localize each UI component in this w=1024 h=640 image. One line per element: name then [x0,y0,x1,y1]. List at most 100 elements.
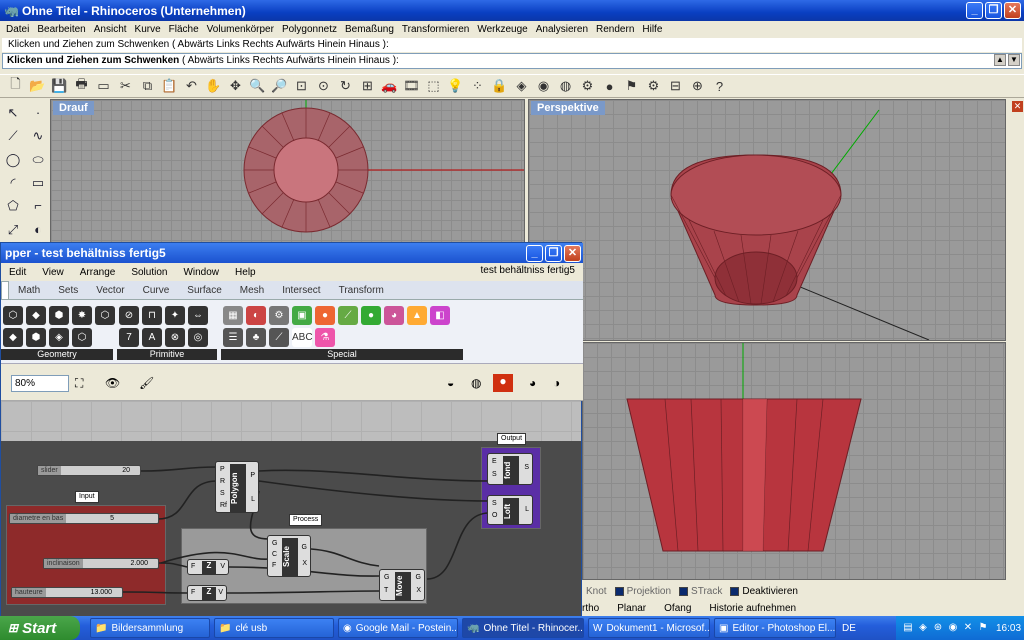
render-icon[interactable]: 🎞 [402,77,421,96]
cut-icon[interactable]: ✂ [116,77,135,96]
polyline-icon[interactable]: ⟋ [3,126,23,146]
gh-menu-help[interactable]: Help [227,267,264,278]
menu-bemassung[interactable]: Bemaßung [341,24,398,35]
negate-component-1[interactable]: F V Z [187,559,229,575]
zoom-window-icon[interactable]: 🔎 [270,77,289,96]
tab-surface[interactable]: Surface [178,285,230,296]
preview-icon[interactable]: ◒ [447,376,454,390]
scroll-down-icon[interactable]: ▼ [1008,54,1020,66]
command-prompt-options[interactable]: ( Abwärts Links Rechts Aufwärts Hinein H… [179,55,399,66]
minimize-button[interactable]: _ [966,2,983,19]
primitive-icon[interactable]: ✦ [165,306,185,325]
geometry-icon[interactable]: ✸ [72,306,92,325]
osnap-strack[interactable]: STrack [679,586,722,597]
copy-icon[interactable]: ⧉ [138,77,157,96]
checkbox-icon[interactable] [730,586,740,596]
geometry-icon[interactable]: ⬡ [95,306,115,325]
status-ortho[interactable]: rtho [582,603,599,614]
menu-analysieren[interactable]: Analysieren [532,24,592,35]
special-icon[interactable]: ◐ [246,306,266,325]
tab-params[interactable] [1,281,9,299]
paint-brush-icon[interactable]: 🖌 [139,376,154,390]
menu-werkzeuge[interactable]: Werkzeuge [473,24,531,35]
gh-menu-edit[interactable]: Edit [1,267,34,278]
special-icon[interactable]: ● [361,306,381,325]
slider-count[interactable]: slider 20 [37,465,141,476]
status-history[interactable]: Historie aufnehmen [709,603,796,614]
alert-icon[interactable]: ⚑ [977,622,989,634]
special-icon[interactable]: ABC [292,328,313,347]
viewport-top-title[interactable]: Drauf [53,101,94,115]
special-icon[interactable]: ⚙ [269,306,289,325]
menu-bearbeiten[interactable]: Bearbeiten [33,24,89,35]
ellipse-icon[interactable]: ⬭ [28,150,48,170]
network-icon[interactable]: ▤ [902,622,914,634]
rectangle-icon[interactable]: ▭ [28,173,48,193]
arc-icon[interactable]: ◜ [3,173,23,193]
polygon-component[interactable]: P R S Rf P L Polygon [215,461,259,513]
select-arrow-icon[interactable]: ↖ [3,103,23,123]
security-icon[interactable]: ⊛ [932,622,944,634]
select-icon[interactable]: ⬚ [424,77,443,96]
layer-icon[interactable]: ◈ [512,77,531,96]
gh-menu-solution[interactable]: Solution [123,267,175,278]
render-preview-icon[interactable]: ◑ [553,376,560,390]
special-icon[interactable]: ▲ [407,306,427,325]
geometry-icon[interactable]: ⬢ [49,306,69,325]
geometry-icon[interactable]: ⬡ [72,328,92,347]
pan-hand-icon[interactable]: ✋ [204,77,223,96]
point-icon[interactable]: · [28,103,48,123]
curve-icon[interactable]: ∿ [28,126,48,146]
solid-icon[interactable]: ◐ [28,220,48,240]
menu-volumenkoerper[interactable]: Volumenkörper [203,24,278,35]
menu-ansicht[interactable]: Ansicht [90,24,131,35]
primitive-icon[interactable]: 7 [119,328,139,347]
status-planar[interactable]: Planar [617,603,646,614]
geometry-icon[interactable]: ⬡ [3,306,23,325]
status-ofang[interactable]: Ofang [664,603,691,614]
zoom-extents-icon[interactable]: ⊡ [292,77,311,96]
tab-curve[interactable]: Curve [134,285,179,296]
language-indicator[interactable]: DE [842,623,868,634]
scale-component[interactable]: G C F G X Scale [267,535,311,577]
tab-mesh[interactable]: Mesh [231,285,273,296]
move-view-icon[interactable]: ✥ [226,77,245,96]
osnap-knot[interactable]: Knot [586,586,607,597]
geometry-icon[interactable]: ⬢ [26,328,46,347]
ribbon-group-label[interactable]: Primitive [117,349,217,360]
osnap-projektion[interactable]: Projektion [614,586,671,597]
gh-maximize-button[interactable]: ❐ [545,245,562,262]
antivirus-icon[interactable]: ◉ [947,622,959,634]
special-icon[interactable]: ◕ [384,306,404,325]
task-rhinoceros[interactable]: 🦏 Ohne Titel - Rhinocer... [462,618,584,638]
special-icon[interactable]: ▣ [292,306,312,325]
gh-minimize-button[interactable]: _ [526,245,543,262]
loft-component[interactable]: S O L Loft [487,495,533,525]
window-titlebar[interactable]: 🦏 Ohne Titel - Rhinoceros (Unternehmen) … [0,0,1024,21]
viewport-front[interactable] [582,342,1006,580]
paste-icon[interactable]: 📋 [160,77,179,96]
special-icon[interactable]: ◧ [430,306,450,325]
special-icon[interactable]: ☰ [223,328,243,347]
task-word[interactable]: W Dokument1 - Microsof... [588,618,710,638]
gh-canvas[interactable]: Input Process Output slider 20 diametre … [1,401,581,616]
ribbon-group-label[interactable]: Special [221,349,463,360]
material-icon[interactable]: ◍ [556,77,575,96]
grid-tool-icon[interactable]: ⊟ [666,77,685,96]
gh-menu-window[interactable]: Window [175,267,227,278]
viewport-perspective[interactable]: Perspektive [528,99,1006,341]
gh-menu-view[interactable]: View [34,267,72,278]
menu-kurve[interactable]: Kurve [131,24,165,35]
new-file-icon[interactable]: 🗋 [6,76,25,96]
polygon-icon[interactable]: ⬠ [3,196,23,216]
command-prompt[interactable]: Klicken und Ziehen zum Schwenken ( Abwär… [2,53,1022,69]
task-google-mail[interactable]: ◉ Google Mail - Postein... [338,618,458,638]
sphere-icon[interactable]: ● [600,77,619,96]
slider-hauteure[interactable]: hauteure 13.000 [11,587,123,598]
ribbon-group-label[interactable]: Geometry [1,349,113,360]
wireframe-icon[interactable]: ◍ [471,376,481,390]
primitive-icon[interactable]: ⊗ [165,328,185,347]
shaded-preview-icon[interactable]: ● [493,374,513,392]
car-icon[interactable]: 🚗 [380,77,399,96]
task-bildersammlung[interactable]: 📁 Bildersammlung [90,618,210,638]
